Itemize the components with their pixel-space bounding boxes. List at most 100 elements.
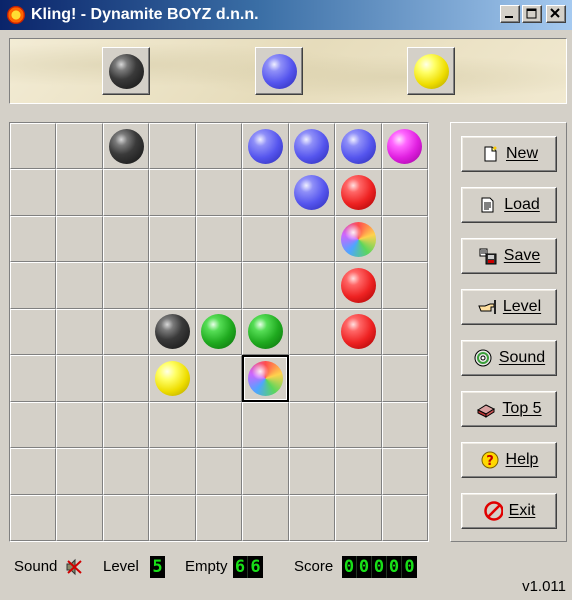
black-ball[interactable] — [108, 128, 144, 164]
board-cell[interactable] — [381, 308, 428, 356]
magenta-ball[interactable] — [387, 128, 423, 164]
save-button[interactable]: Save — [461, 238, 557, 274]
board-cell[interactable] — [288, 494, 336, 541]
board-cell[interactable] — [195, 448, 243, 495]
board-cell[interactable] — [10, 494, 57, 541]
board-cell[interactable] — [102, 215, 150, 263]
board-cell[interactable] — [242, 215, 289, 263]
board-cell[interactable] — [56, 262, 103, 309]
yellow-ball[interactable] — [155, 360, 191, 396]
load-button[interactable]: Load — [461, 187, 557, 223]
board-cell[interactable] — [195, 262, 243, 309]
minimize-button[interactable] — [500, 5, 520, 23]
green-ball[interactable] — [247, 314, 283, 350]
board-cell[interactable] — [195, 355, 243, 402]
help-button[interactable]: ? Help — [461, 442, 557, 478]
board-cell[interactable] — [195, 215, 243, 263]
board-cell[interactable] — [149, 308, 196, 356]
board-cell[interactable] — [10, 262, 57, 309]
board-cell[interactable] — [10, 448, 57, 495]
board-cell[interactable] — [335, 401, 382, 449]
board-cell[interactable] — [381, 123, 428, 170]
board-cell[interactable] — [102, 308, 150, 356]
board-cell[interactable] — [149, 262, 196, 309]
exit-button[interactable]: Exit — [461, 493, 557, 529]
board-cell[interactable] — [10, 169, 57, 216]
board-cell[interactable] — [335, 262, 382, 309]
new-button[interactable]: New — [461, 136, 557, 172]
sound-button[interactable]: Sound — [461, 340, 557, 376]
board-cell[interactable] — [381, 215, 428, 263]
maximize-button[interactable] — [522, 5, 542, 23]
red-ball[interactable] — [340, 268, 376, 304]
rainbow-ball[interactable] — [247, 360, 283, 396]
board-cell[interactable] — [56, 123, 103, 170]
board-cell[interactable] — [288, 448, 336, 495]
board-cell[interactable] — [56, 215, 103, 263]
board-cell[interactable] — [102, 123, 150, 170]
board-cell[interactable] — [288, 123, 336, 170]
board-cell[interactable] — [381, 355, 428, 402]
board-cell[interactable] — [242, 401, 289, 449]
board-cell[interactable] — [102, 448, 150, 495]
board-cell-selected[interactable] — [242, 355, 289, 402]
blue-ball[interactable] — [340, 128, 376, 164]
board-cell[interactable] — [381, 494, 428, 541]
top5-button[interactable]: Top 5 — [461, 391, 557, 427]
board-cell[interactable] — [242, 494, 289, 541]
board-cell[interactable] — [335, 494, 382, 541]
sun-icon[interactable] — [5, 4, 27, 26]
board-cell[interactable] — [149, 494, 196, 541]
board-cell[interactable] — [10, 355, 57, 402]
board-cell[interactable] — [10, 123, 57, 170]
board-cell[interactable] — [102, 494, 150, 541]
title-bar[interactable]: Kling! - Dynamite BOYZ d.n.n. — [0, 0, 572, 30]
board-cell[interactable] — [381, 169, 428, 216]
blue-ball[interactable] — [247, 128, 283, 164]
board-cell[interactable] — [288, 169, 336, 216]
speaker-muted-icon[interactable] — [64, 558, 84, 576]
board-cell[interactable] — [149, 123, 196, 170]
board-cell[interactable] — [56, 308, 103, 356]
level-button[interactable]: Level — [461, 289, 557, 325]
board-cell[interactable] — [149, 355, 196, 402]
board-cell[interactable] — [335, 215, 382, 263]
board-cell[interactable] — [195, 123, 243, 170]
board-cell[interactable] — [10, 308, 57, 356]
board-cell[interactable] — [10, 215, 57, 263]
red-ball[interactable] — [340, 175, 376, 211]
board-cell[interactable] — [335, 123, 382, 170]
green-ball[interactable] — [201, 314, 237, 350]
board-cell[interactable] — [242, 262, 289, 309]
board-cell[interactable] — [288, 215, 336, 263]
board-cell[interactable] — [149, 169, 196, 216]
board-cell[interactable] — [288, 262, 336, 309]
board-cell[interactable] — [335, 355, 382, 402]
board-cell[interactable] — [335, 169, 382, 216]
board-cell[interactable] — [195, 494, 243, 541]
board-cell[interactable] — [102, 355, 150, 402]
board-cell[interactable] — [102, 169, 150, 216]
board-cell[interactable] — [242, 169, 289, 216]
board-cell[interactable] — [149, 215, 196, 263]
board-cell[interactable] — [381, 262, 428, 309]
board-cell[interactable] — [56, 355, 103, 402]
board-cell[interactable] — [195, 308, 243, 356]
board-cell[interactable] — [10, 401, 57, 449]
game-board[interactable] — [9, 122, 429, 542]
rainbow-ball[interactable] — [340, 221, 376, 257]
board-cell[interactable] — [288, 308, 336, 356]
board-cell[interactable] — [149, 401, 196, 449]
board-cell[interactable] — [242, 448, 289, 495]
blue-ball[interactable] — [294, 128, 330, 164]
board-cell[interactable] — [56, 448, 103, 495]
board-cell[interactable] — [56, 169, 103, 216]
board-cell[interactable] — [102, 262, 150, 309]
board-cell[interactable] — [56, 494, 103, 541]
board-cell[interactable] — [149, 448, 196, 495]
red-ball[interactable] — [340, 314, 376, 350]
board-cell[interactable] — [102, 401, 150, 449]
blue-ball[interactable] — [294, 175, 330, 211]
board-cell[interactable] — [56, 401, 103, 449]
board-cell[interactable] — [381, 401, 428, 449]
